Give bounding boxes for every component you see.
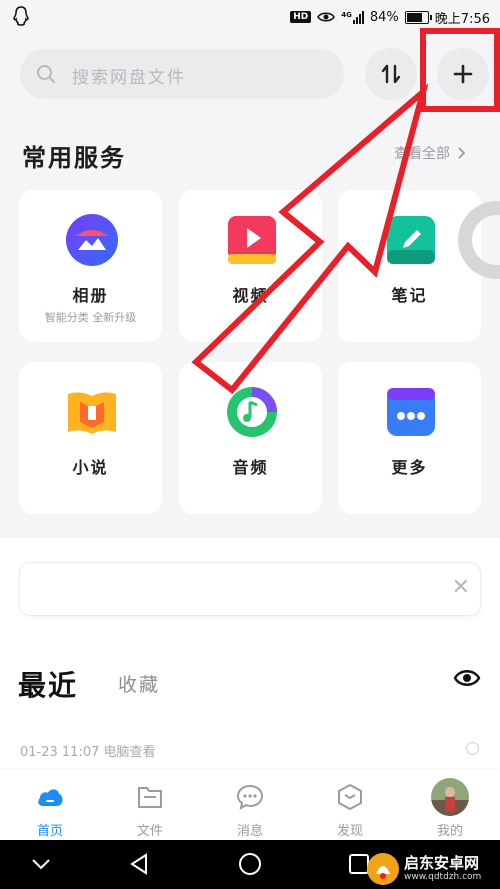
status-bar: HD 4G 84% 晚上7:56 bbox=[0, 0, 500, 33]
more-icon bbox=[387, 388, 435, 436]
note-icon bbox=[387, 216, 435, 264]
notice-banner: ✕ bbox=[20, 563, 480, 615]
service-label: 相册 bbox=[72, 286, 109, 305]
back-icon[interactable] bbox=[128, 852, 150, 876]
chevron-right-icon bbox=[458, 147, 466, 159]
chevron-down-icon[interactable] bbox=[30, 855, 52, 873]
view-all-link[interactable]: 查看全部 bbox=[394, 143, 466, 163]
watermark-logo: 启东安卓网 www.qdtdzh.com bbox=[366, 852, 496, 886]
clock: 晚上7:56 bbox=[434, 11, 490, 27]
home-circle-icon[interactable] bbox=[238, 852, 262, 876]
service-label: 更多 bbox=[391, 458, 428, 477]
signal-icon: 4G bbox=[341, 10, 364, 24]
nav-label: 我的 bbox=[436, 824, 463, 839]
folder-icon bbox=[138, 787, 162, 808]
search-bar[interactable]: 搜索网盘文件 bbox=[20, 49, 344, 99]
service-label: 音频 bbox=[232, 458, 269, 477]
nav-item-discover[interactable]: 发现 bbox=[300, 770, 400, 840]
service-card-more[interactable]: 更多 bbox=[338, 362, 481, 514]
nav-item-profile[interactable]: 我的 bbox=[400, 770, 500, 840]
qq-icon bbox=[13, 6, 29, 26]
watermark-url: www.qdtdzh.com bbox=[404, 872, 482, 882]
audio-icon bbox=[227, 387, 277, 437]
transfer-list-button[interactable] bbox=[365, 48, 417, 100]
sort-icon bbox=[381, 64, 401, 84]
avatar bbox=[431, 778, 469, 816]
service-card-audio[interactable]: 音频 bbox=[179, 362, 322, 514]
video-icon bbox=[228, 216, 276, 264]
battery-icon bbox=[404, 10, 432, 24]
service-label: 视频 bbox=[232, 286, 269, 305]
watermark-title: 启东安卓网 bbox=[404, 854, 480, 872]
hd-badge: HD bbox=[290, 11, 312, 23]
nav-item-home[interactable]: 首页 bbox=[0, 770, 100, 840]
service-label: 笔记 bbox=[391, 286, 428, 305]
add-button[interactable] bbox=[437, 48, 489, 100]
message-icon bbox=[236, 784, 264, 811]
plus-icon bbox=[453, 64, 473, 84]
nav-label: 发现 bbox=[336, 824, 363, 839]
recent-item-meta[interactable]: 01-23 11:07 电脑查看 bbox=[20, 741, 156, 760]
novel-icon bbox=[68, 392, 116, 434]
album-icon bbox=[66, 214, 118, 266]
tab-recent[interactable]: 最近 bbox=[18, 664, 78, 704]
view-all-label: 查看全部 bbox=[394, 146, 450, 162]
search-icon bbox=[37, 65, 55, 83]
nav-label: 文件 bbox=[136, 824, 163, 839]
discover-icon bbox=[338, 783, 362, 811]
bottom-nav: 首页 文件 消息 发现 我的 bbox=[0, 770, 500, 840]
search-placeholder: 搜索网盘文件 bbox=[72, 68, 186, 88]
eye-icon[interactable] bbox=[453, 666, 481, 690]
nav-item-messages[interactable]: 消息 bbox=[200, 770, 300, 840]
service-card-album[interactable]: 相册 智能分类 全新升级 bbox=[19, 190, 162, 342]
nav-label: 首页 bbox=[36, 824, 63, 839]
home-cloud-icon bbox=[38, 789, 63, 806]
service-sublabel: 智能分类 全新升级 bbox=[44, 311, 137, 324]
service-card-video[interactable]: 视频 bbox=[179, 190, 322, 342]
nav-label: 消息 bbox=[236, 824, 263, 839]
floating-ring-widget[interactable] bbox=[452, 200, 500, 280]
battery-percent: 84% bbox=[369, 9, 399, 25]
services-title: 常用服务 bbox=[22, 144, 126, 172]
service-label: 小说 bbox=[72, 458, 109, 477]
eye-comfort-icon bbox=[317, 12, 336, 22]
close-icon[interactable]: ✕ bbox=[452, 575, 470, 600]
nav-item-files[interactable]: 文件 bbox=[100, 770, 200, 840]
tab-favorites[interactable]: 收藏 bbox=[118, 670, 160, 697]
select-radio[interactable] bbox=[466, 742, 479, 755]
service-card-novel[interactable]: 小说 bbox=[19, 362, 162, 514]
